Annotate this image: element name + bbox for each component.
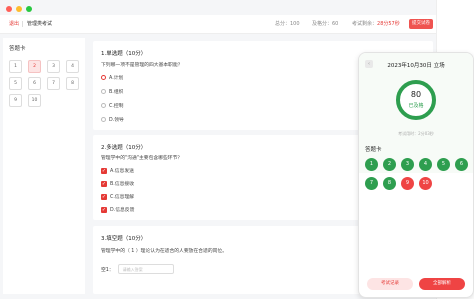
- maximize-dot[interactable]: [26, 6, 32, 12]
- full-analysis-button[interactable]: 全部解析: [419, 278, 465, 290]
- window-controls: [6, 6, 32, 12]
- option-label: B.信息接收: [110, 182, 135, 187]
- option-label: A.信息发送: [110, 169, 134, 174]
- question-title: 1.单选题（10分）: [101, 51, 147, 57]
- answer-card-item[interactable]: 3: [47, 60, 60, 73]
- result-ball-wrong[interactable]: 9: [401, 177, 414, 190]
- result-ball-wrong[interactable]: 10: [419, 177, 432, 190]
- answer-card-grid: 1 2 3 4 5 6 7 8 9 10: [9, 60, 85, 107]
- minimize-dot[interactable]: [16, 6, 22, 12]
- question-title: 2.多选题（10分）: [101, 145, 147, 151]
- pass-status: 已及格: [408, 103, 424, 109]
- option-label: B.组织: [109, 90, 124, 95]
- result-ball-correct[interactable]: 3: [401, 158, 414, 171]
- radio-icon: [101, 117, 106, 122]
- checkbox-checked-icon: ✓: [101, 206, 107, 213]
- score-ring-icon: [396, 80, 436, 120]
- radio-selected-icon: [101, 75, 106, 80]
- checkbox-checked-icon: ✓: [101, 193, 107, 200]
- question-title: 3.填空题（10分）: [101, 236, 147, 242]
- result-ball-correct[interactable]: 2: [383, 158, 396, 171]
- answer-card-panel: 答题卡 1 2 3 4 5 6 7 8 9 10: [3, 38, 85, 294]
- question-text: 管理学中的（ 1 ）理论认为在适合的人要放在合适的岗位。: [101, 249, 228, 254]
- pass-score: 及格分：60: [312, 21, 339, 27]
- total-score: 总分：100: [275, 21, 300, 27]
- answer-card-item[interactable]: 9: [9, 94, 22, 107]
- question-text: 管理学中的"沟通"主要包含哪些环节？: [101, 156, 183, 161]
- answer-card-item[interactable]: 1: [9, 60, 22, 73]
- option-label: D.领导: [109, 118, 124, 123]
- option-d[interactable]: ✓ D.信息反馈: [101, 206, 134, 213]
- remaining-time: 考试剩余：28分57秒: [352, 15, 400, 33]
- blank-label: 空1：: [101, 267, 114, 273]
- exit-link[interactable]: 退出: [9, 15, 19, 33]
- close-dot[interactable]: [6, 6, 12, 12]
- result-ball-correct[interactable]: 6: [455, 158, 468, 171]
- option-c[interactable]: ✓ C.信息理解: [101, 193, 134, 200]
- answer-card-item[interactable]: 6: [28, 77, 41, 90]
- answer-card-title: 答题卡: [9, 46, 26, 52]
- result-score: 80: [410, 90, 422, 99]
- option-label: C.控制: [109, 104, 124, 109]
- result-ball-correct[interactable]: 7: [365, 177, 378, 190]
- blank-row: 空1： 请输入答案: [101, 264, 174, 274]
- option-a[interactable]: A.计划: [101, 74, 123, 81]
- divider: [22, 21, 23, 27]
- result-ball-correct[interactable]: 1: [365, 158, 378, 171]
- remaining-time-label: 考试剩余：: [352, 21, 378, 27]
- option-c[interactable]: C.控制: [101, 102, 123, 109]
- result-phone-panel: ‹ 2023年10月30日 立场 80 已及格 考试用时：2分03秒 答题卡 1…: [358, 52, 474, 298]
- answer-card-item[interactable]: 7: [47, 77, 60, 90]
- result-ball-correct[interactable]: 5: [437, 158, 450, 171]
- result-date: 2023年10月30日 立场: [387, 63, 445, 69]
- answer-card-item[interactable]: 2: [28, 60, 41, 73]
- answer-card-item[interactable]: 4: [66, 60, 79, 73]
- option-label: C.信息理解: [110, 195, 135, 200]
- exam-topbar: 退出 管理类考试 总分：100 及格分：60 考试剩余：28分57秒 提交试卷: [0, 15, 436, 34]
- result-card-title: 答题卡: [365, 147, 382, 153]
- result-ball-correct[interactable]: 4: [419, 158, 432, 171]
- option-a[interactable]: ✓ A.信息发送: [101, 167, 134, 174]
- answer-card-item[interactable]: 10: [28, 94, 41, 107]
- question-text: 下列哪一项不是管理的四大基本职能？: [101, 63, 183, 68]
- remaining-time-value: 28分57秒: [377, 21, 400, 27]
- radio-icon: [101, 103, 106, 108]
- option-d[interactable]: D.领导: [101, 116, 124, 123]
- option-label: A.计划: [109, 76, 124, 81]
- option-b[interactable]: B.组织: [101, 88, 123, 95]
- blank-input[interactable]: 请输入答案: [117, 264, 174, 274]
- exam-record-button[interactable]: 考试记录: [367, 278, 413, 290]
- checkbox-checked-icon: ✓: [101, 167, 107, 174]
- time-used: 考试用时：2分03秒: [398, 131, 434, 136]
- option-b[interactable]: ✓ B.信息接收: [101, 180, 134, 187]
- radio-icon: [101, 89, 106, 94]
- result-answer-grid: 1 2 3 4 5 6 7 8 9 10: [365, 158, 473, 190]
- exam-title: 管理类考试: [27, 21, 53, 27]
- submit-exam-button[interactable]: 提交试卷: [409, 19, 433, 29]
- option-label: D.信息反馈: [110, 208, 135, 213]
- checkbox-checked-icon: ✓: [101, 180, 107, 187]
- answer-card-item[interactable]: 5: [9, 77, 22, 90]
- result-ball-correct[interactable]: 8: [383, 177, 396, 190]
- answer-card-item[interactable]: 8: [66, 77, 79, 90]
